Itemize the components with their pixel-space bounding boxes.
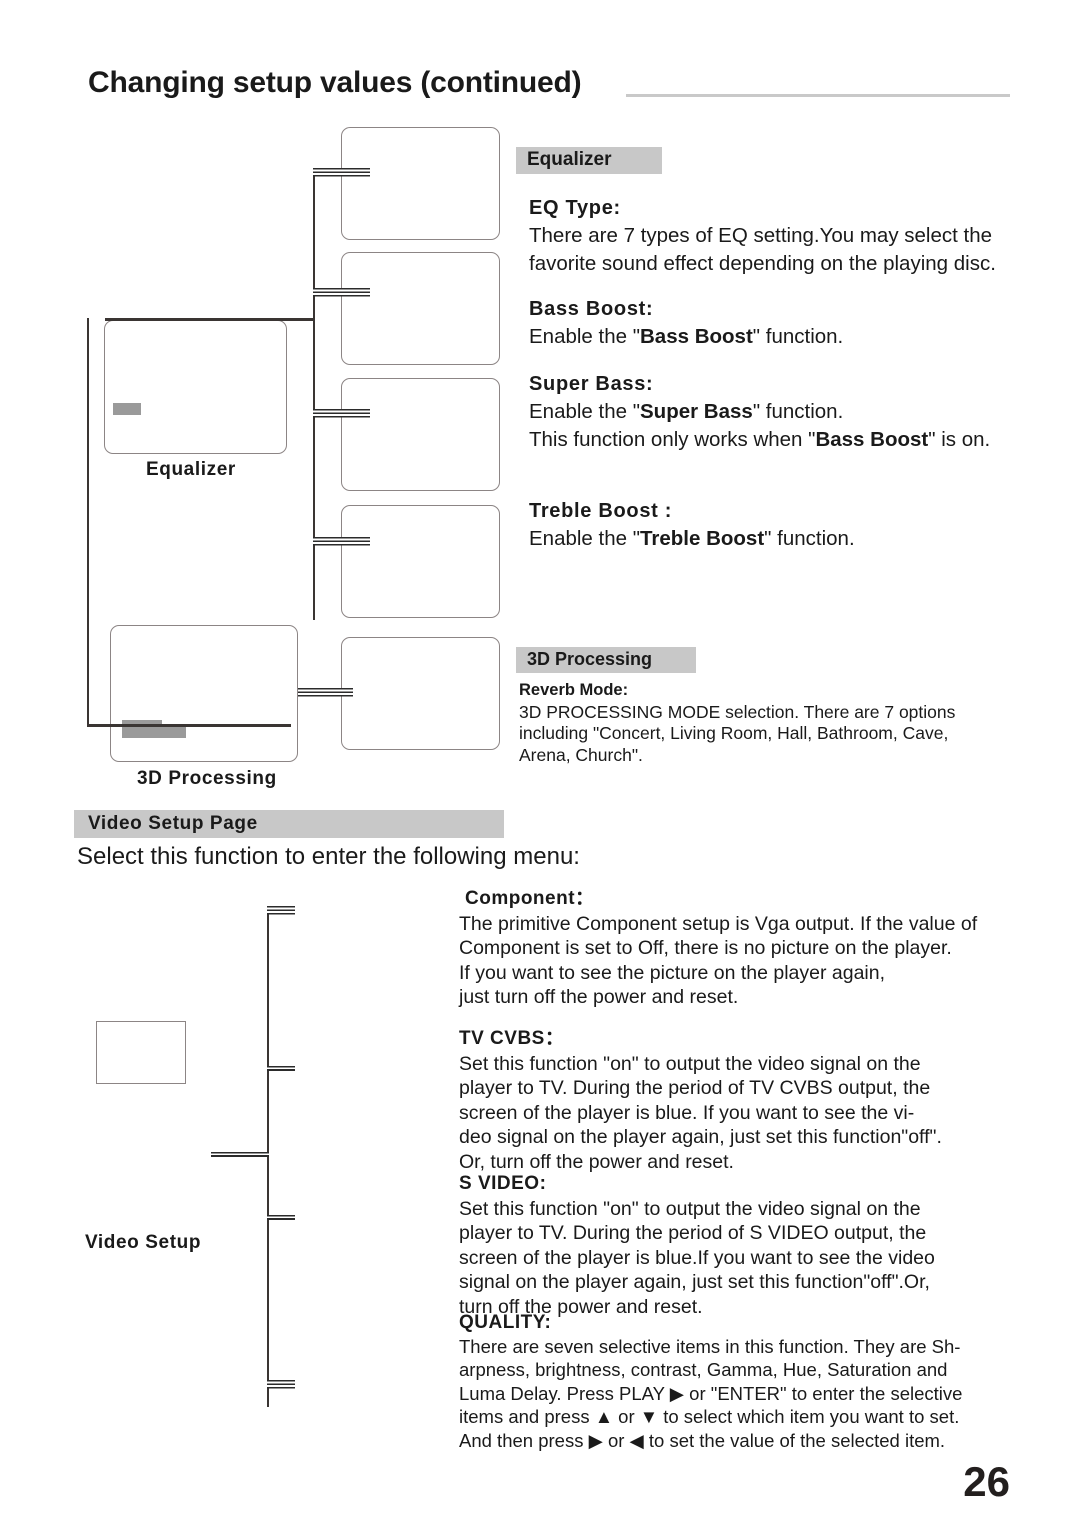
video-item-component: Component： The primitive Component setup… xyxy=(459,887,977,1010)
processing3d-item-name: Reverb Mode: xyxy=(519,681,629,699)
equalizer-item-bass-boost: Bass Boost: Enable the "Bass Boost" func… xyxy=(529,295,843,351)
connector-equalizer-trunk xyxy=(313,170,315,620)
equalizer-item-super-bass-name: Super Bass: xyxy=(529,373,654,395)
connector-equalizer-horizontal xyxy=(105,318,314,321)
connector-3d-horizontal xyxy=(87,724,291,727)
video-setup-stub-svideo xyxy=(267,1215,295,1220)
video-item-s-video-line-4: signal on the player again, just set thi… xyxy=(459,1271,930,1293)
equalizer-highlight-bar xyxy=(113,403,141,415)
connector-left-spine xyxy=(87,318,89,726)
processing3d-line-2: including "Concert, Living Room, Hall, B… xyxy=(519,723,949,743)
equalizer-item-eq-type: EQ Type: There are 7 types of EQ setting… xyxy=(529,194,996,278)
video-item-s-video: S VIDEO: Set this function "on" to outpu… xyxy=(459,1172,935,1319)
processing3d-section-heading: 3D Processing xyxy=(516,647,696,673)
equalizer-item-treble-boost: Treble Boost : Enable the "Treble Boost"… xyxy=(529,497,855,553)
page-number: 26 xyxy=(963,1458,1010,1505)
video-item-s-video-line-1: Set this function "on" to output the vid… xyxy=(459,1197,921,1220)
video-item-component-line-4: just turn off the power and reset. xyxy=(459,986,739,1008)
video-setup-stub-component xyxy=(267,906,295,915)
processing3d-diagram-label: 3D Processing xyxy=(137,768,277,789)
video-item-tv-cvbs-line-4: deo signal on the player again, just set… xyxy=(459,1126,942,1148)
video-item-tv-cvbs-line-1: Set this function "on" to output the vid… xyxy=(459,1052,921,1075)
video-setup-stub-branch xyxy=(211,1152,269,1157)
video-setup-stub-tvcvbs xyxy=(267,1066,295,1071)
video-item-tv-cvbs-line-5: Or, turn off the power and reset. xyxy=(459,1150,734,1173)
video-item-tv-cvbs: TV CVBS： Set this function "on" to outpu… xyxy=(459,1027,942,1174)
equalizer-item-eq-type-name: EQ Type: xyxy=(529,197,621,219)
video-item-tv-cvbs-line-2: player to TV. During the period of TV CV… xyxy=(459,1077,931,1099)
processing3d-line-1: 3D PROCESSING MODE selection. There are … xyxy=(519,701,956,722)
connector-stub-box4 xyxy=(313,537,370,546)
equalizer-item-treble-boost-line-1: Enable the "Treble Boost" function. xyxy=(529,527,855,550)
video-setup-trunk xyxy=(267,907,269,1407)
page-title: Changing setup values (continued) xyxy=(88,66,582,99)
menu-screen-box-2 xyxy=(341,252,500,365)
video-setup-stub-quality xyxy=(267,1380,295,1389)
video-item-quality-line-2: arpness, brightness, contrast, Gamma, Hu… xyxy=(459,1359,948,1380)
equalizer-item-eq-type-line-1: There are 7 types of EQ setting.You may … xyxy=(529,224,993,247)
video-item-component-line-3: If you want to see the picture on the pl… xyxy=(459,961,886,984)
video-item-component-name: Component： xyxy=(465,888,595,909)
equalizer-item-bass-boost-line-1: Enable the "Bass Boost" function. xyxy=(529,325,844,348)
equalizer-diagram-label: Equalizer xyxy=(146,459,236,480)
video-item-s-video-line-2: player to TV. During the period of S VID… xyxy=(459,1222,927,1244)
processing3d-highlight-bar-2 xyxy=(122,726,186,738)
equalizer-item-eq-type-line-2: favorite sound effect depending on the p… xyxy=(529,252,996,275)
video-item-component-line-2: Component is set to Off, there is no pic… xyxy=(459,937,952,959)
video-item-component-line-1: The primitive Component setup is Vga out… xyxy=(459,912,978,935)
processing3d-item-reverb-mode: Reverb Mode: 3D PROCESSING MODE selectio… xyxy=(519,680,955,766)
video-item-s-video-line-3: screen of the player is blue.If you want… xyxy=(459,1246,935,1269)
processing3d-menu-box xyxy=(110,625,298,762)
video-item-quality-line-5: And then press ▶ or ◀ to set the value o… xyxy=(459,1429,946,1451)
connector-stub-box1 xyxy=(313,168,370,177)
connector-stub-box5 xyxy=(298,688,353,697)
menu-screen-box-3 xyxy=(341,378,500,491)
video-setup-diagram-label: Video Setup xyxy=(85,1232,202,1253)
equalizer-item-treble-boost-name: Treble Boost : xyxy=(529,500,673,522)
video-item-s-video-name: S VIDEO: xyxy=(459,1173,547,1194)
video-item-quality-line-3: Luma Delay. Press PLAY ▶ or "ENTER" to e… xyxy=(459,1382,963,1404)
video-setup-section-heading: Video Setup Page xyxy=(74,810,504,838)
video-item-tv-cvbs-name: TV CVBS： xyxy=(459,1028,565,1049)
equalizer-item-super-bass: Super Bass: Enable the "Super Bass" func… xyxy=(529,370,990,454)
video-setup-intro: Select this function to enter the follow… xyxy=(77,843,580,870)
video-item-quality-line-1: There are seven selective items in this … xyxy=(459,1335,961,1357)
connector-stub-box3 xyxy=(313,409,370,418)
connector-stub-box2 xyxy=(313,288,370,297)
video-item-quality-name: QUALITY: xyxy=(459,1312,552,1333)
manual-page: Changing setup values (continued) Equali… xyxy=(0,0,1080,1532)
menu-screen-box-1 xyxy=(341,127,500,240)
video-item-quality-line-4: items and press ▲ or ▼ to select which i… xyxy=(459,1406,960,1427)
video-item-tv-cvbs-line-3: screen of the player is blue. If you wan… xyxy=(459,1101,915,1124)
title-divider xyxy=(626,94,1010,97)
menu-screen-box-5 xyxy=(341,637,500,750)
equalizer-item-super-bass-line-2: This function only works when "Bass Boos… xyxy=(529,428,991,451)
video-item-quality: QUALITY: There are seven selective items… xyxy=(459,1311,962,1452)
equalizer-menu-box xyxy=(104,320,287,454)
equalizer-item-bass-boost-name: Bass Boost: xyxy=(529,298,654,320)
video-setup-menu-box xyxy=(96,1021,186,1084)
equalizer-section-heading: Equalizer xyxy=(516,147,662,174)
processing3d-line-3: Arena, Church". xyxy=(519,744,643,765)
equalizer-item-super-bass-line-1: Enable the "Super Bass" function. xyxy=(529,400,844,423)
menu-screen-box-4 xyxy=(341,505,500,618)
